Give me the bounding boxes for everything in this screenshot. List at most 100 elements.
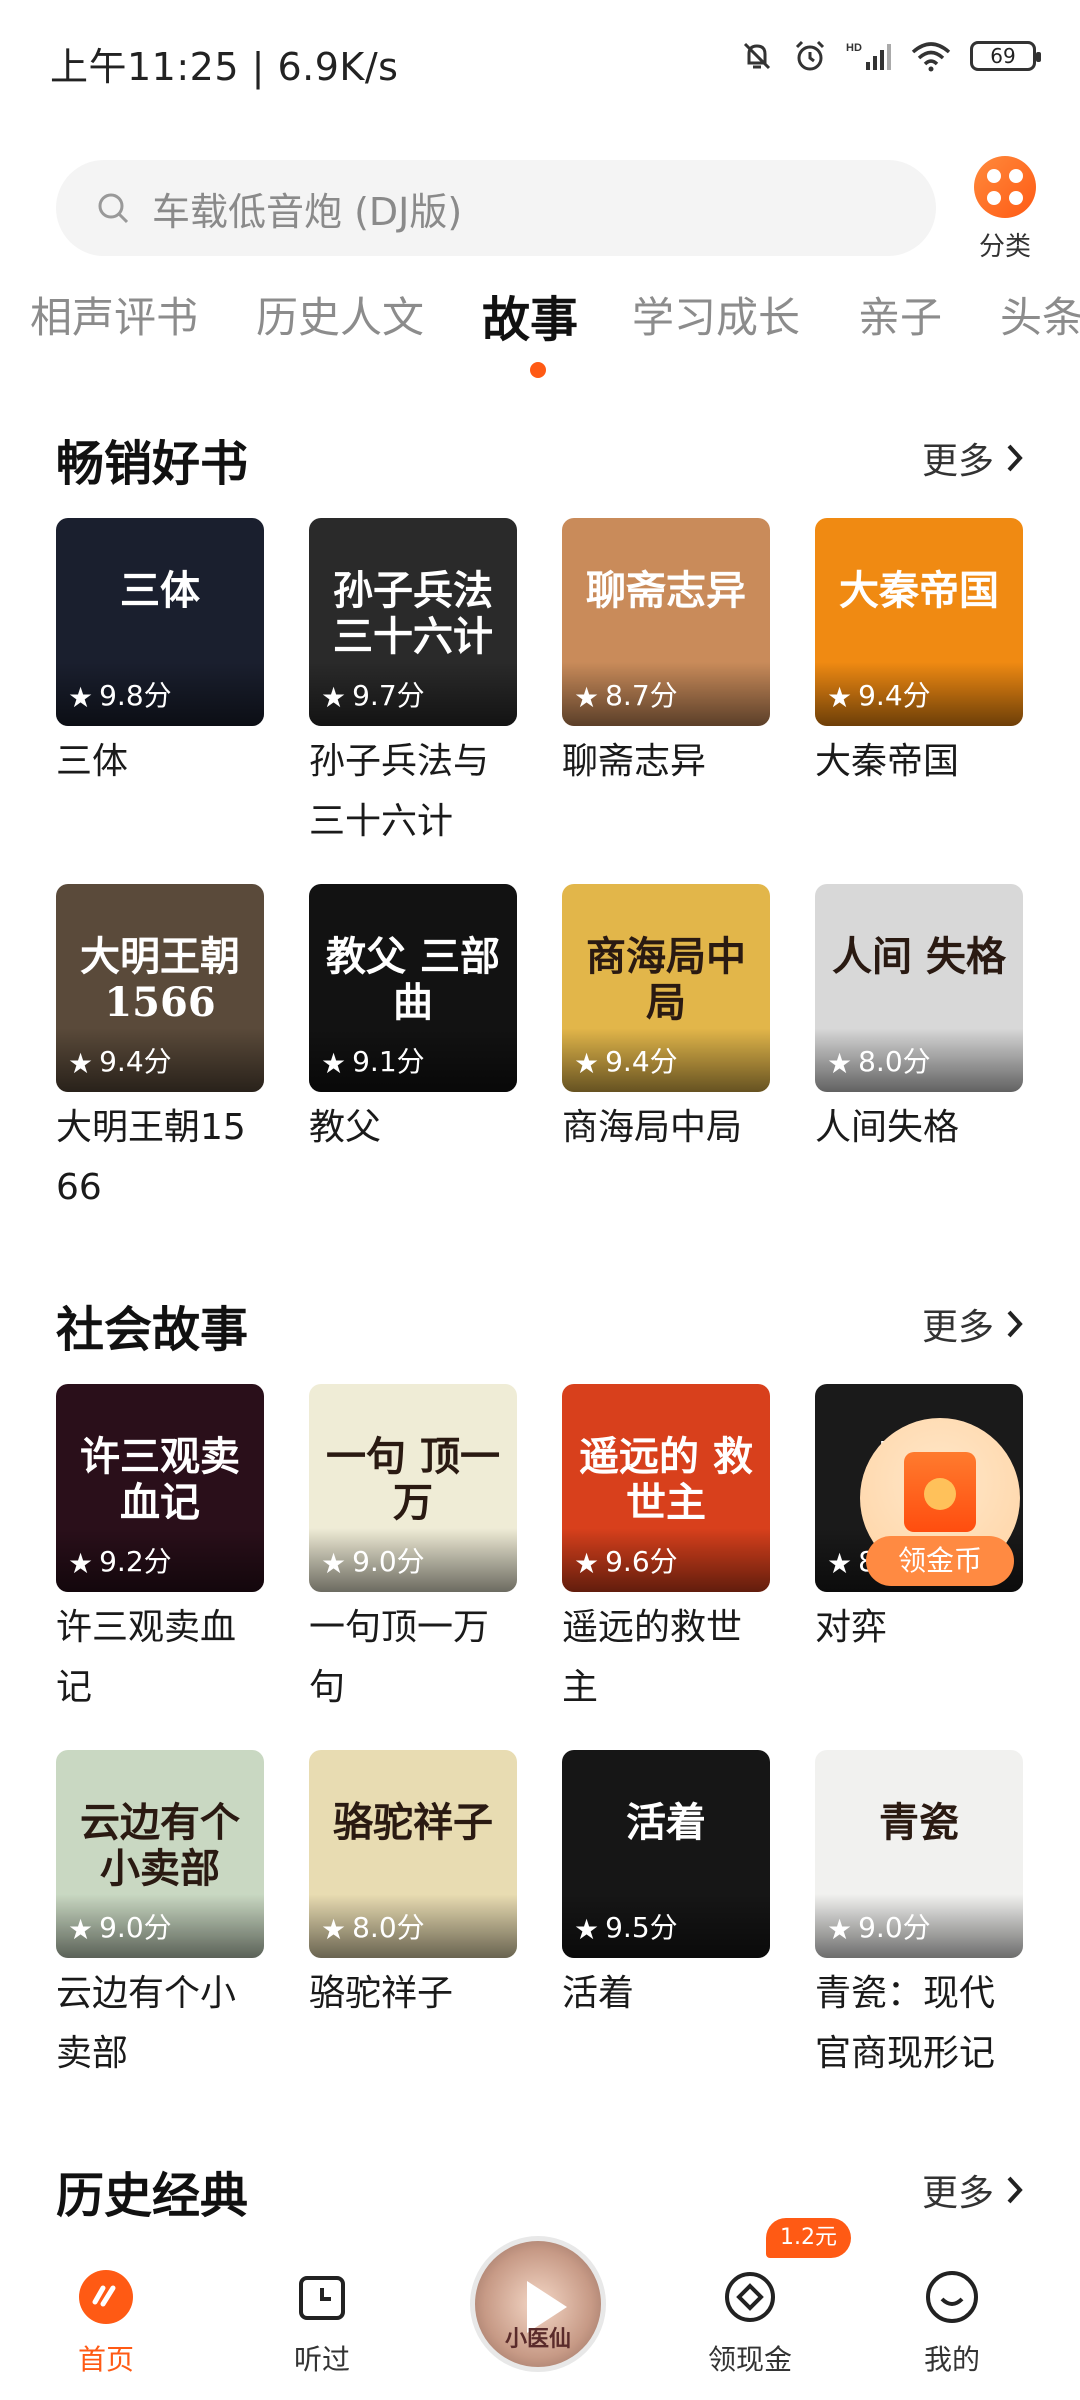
- star-icon: ★: [574, 1547, 600, 1580]
- book-card[interactable]: 大明王朝 1566 ★ 9.4分 大明王朝1566: [56, 884, 264, 1218]
- tab-crosstalk[interactable]: 相声评书: [30, 284, 198, 345]
- nav-home[interactable]: 首页: [36, 2268, 176, 2378]
- chevron-right-icon: [1007, 1310, 1023, 1338]
- section-title-bestsellers: 畅销好书: [56, 436, 249, 492]
- book-cover[interactable]: 教父 三部曲 ★ 9.1分: [309, 884, 517, 1092]
- tab-headlines[interactable]: 头条: [1000, 284, 1080, 345]
- book-card[interactable]: 人间 失格 ★ 8.0分 人间失格: [815, 884, 1023, 1158]
- category-button[interactable]: 分类: [955, 156, 1055, 263]
- book-title[interactable]: 遥远的救世主: [562, 1598, 770, 1718]
- book-card[interactable]: 云边有个 小卖部 ★ 9.0分 云边有个小卖部: [56, 1750, 264, 2084]
- red-envelope-icon: [904, 1452, 976, 1532]
- book-title[interactable]: 孙子兵法与三十六计: [309, 732, 517, 852]
- rating-value: 9.7分: [352, 679, 425, 712]
- book-title[interactable]: 许三观卖血记: [56, 1598, 264, 1718]
- book-title[interactable]: 活着: [562, 1964, 770, 2024]
- history-icon: [299, 2276, 345, 2320]
- book-title[interactable]: 教父: [309, 1098, 517, 1158]
- book-rating: ★ 9.2分: [56, 1528, 264, 1592]
- book-title[interactable]: 大明王朝1566: [56, 1098, 264, 1218]
- book-rating: ★ 9.1分: [309, 1028, 517, 1092]
- book-rating: ★ 9.6分: [562, 1528, 770, 1592]
- book-title[interactable]: 聊斋志异: [562, 732, 770, 792]
- book-title[interactable]: 大秦帝国: [815, 732, 1023, 792]
- book-cover[interactable]: 大明王朝 1566 ★ 9.4分: [56, 884, 264, 1092]
- book-cover-title: 大明王朝 1566: [80, 933, 240, 1026]
- search-placeholder: 车载低音炮 (DJ版): [152, 189, 463, 234]
- tab-learning[interactable]: 学习成长: [632, 284, 800, 345]
- book-cover[interactable]: 孙子兵法 三十六计 ★ 9.7分: [309, 518, 517, 726]
- category-label: 分类: [978, 232, 1031, 262]
- nav-cash[interactable]: 领现金: [680, 2268, 820, 2378]
- book-card[interactable]: 三体 ★ 9.8分 三体: [56, 518, 264, 792]
- book-cover[interactable]: 青瓷 ★ 9.0分: [815, 1750, 1023, 1958]
- book-title[interactable]: 一句顶一万句: [309, 1598, 517, 1718]
- now-playing-cover-text: 小医仙: [504, 2327, 571, 2352]
- book-rating: ★ 8.7分: [562, 662, 770, 726]
- book-title[interactable]: 商海局中局: [562, 1098, 770, 1158]
- book-rating: ★ 9.5分: [562, 1894, 770, 1958]
- book-cover[interactable]: 三体 ★ 9.8分: [56, 518, 264, 726]
- star-icon: ★: [321, 1547, 347, 1580]
- book-rating: ★ 8.0分: [309, 1894, 517, 1958]
- book-card[interactable]: 孙子兵法 三十六计 ★ 9.7分 孙子兵法与三十六计: [309, 518, 517, 852]
- book-cover[interactable]: 人间 失格 ★ 8.0分: [815, 884, 1023, 1092]
- star-icon: ★: [827, 1047, 853, 1080]
- book-card[interactable]: 商海局中局 ★ 9.4分 商海局中局: [562, 884, 770, 1158]
- book-title[interactable]: 人间失格: [815, 1098, 1023, 1158]
- nav-history[interactable]: 听过: [252, 2268, 392, 2378]
- star-icon: ★: [574, 681, 600, 714]
- nav-cash-label: 领现金: [707, 2343, 792, 2376]
- book-card[interactable]: 大秦帝国 ★ 9.4分 大秦帝国: [815, 518, 1023, 792]
- rating-value: 9.4分: [99, 1045, 172, 1078]
- book-rating: ★ 9.0分: [309, 1528, 517, 1592]
- book-cover-title: 遥远的 救世主: [579, 1433, 753, 1526]
- book-cover-title: 许三观卖血记: [80, 1433, 240, 1526]
- book-cover-title: 商海局中局: [586, 933, 746, 1026]
- now-playing-button[interactable]: 小医仙: [470, 2236, 606, 2372]
- book-cover[interactable]: 聊斋志异 ★ 8.7分: [562, 518, 770, 726]
- book-rating: ★ 9.0分: [815, 1894, 1023, 1958]
- gold-coin-float-button[interactable]: 领金币: [860, 1418, 1020, 1590]
- book-card[interactable]: 青瓷 ★ 9.0分 青瓷：现代官商现形记: [815, 1750, 1023, 2084]
- book-card[interactable]: 骆驼祥子 ★ 8.0分 骆驼祥子: [309, 1750, 517, 2024]
- rating-value: 9.2分: [99, 1545, 172, 1578]
- star-icon: ★: [574, 1913, 600, 1946]
- section-title-history-classics: 历史经典: [56, 2168, 249, 2224]
- book-rating: ★ 9.0分: [56, 1894, 264, 1958]
- book-title[interactable]: 青瓷：现代官商现形记: [815, 1964, 1023, 2084]
- book-card[interactable]: 聊斋志异 ★ 8.7分 聊斋志异: [562, 518, 770, 792]
- book-cover[interactable]: 云边有个 小卖部 ★ 9.0分: [56, 1750, 264, 1958]
- book-cover-title: 大秦帝国: [839, 567, 999, 614]
- tab-stories[interactable]: 故事: [482, 284, 578, 350]
- tab-history-culture[interactable]: 历史人文: [256, 284, 424, 345]
- book-cover[interactable]: 许三观卖血记 ★ 9.2分: [56, 1384, 264, 1592]
- wifi-icon: [911, 42, 951, 72]
- tab-parenting[interactable]: 亲子: [858, 284, 942, 345]
- book-cover[interactable]: 大秦帝国 ★ 9.4分: [815, 518, 1023, 726]
- more-button-social-stories[interactable]: 更多: [922, 1298, 1026, 1350]
- category-icon: [974, 156, 1036, 218]
- search-bar[interactable]: 车载低音炮 (DJ版): [56, 160, 936, 256]
- book-card[interactable]: 活着 ★ 9.5分 活着: [562, 1750, 770, 2024]
- more-button-history-classics[interactable]: 更多: [922, 2164, 1026, 2216]
- book-cover[interactable]: 骆驼祥子 ★ 8.0分: [309, 1750, 517, 1958]
- book-card[interactable]: 遥远的 救世主 ★ 9.6分 遥远的救世主: [562, 1384, 770, 1718]
- book-card[interactable]: 许三观卖血记 ★ 9.2分 许三观卖血记: [56, 1384, 264, 1718]
- book-cover[interactable]: 商海局中局 ★ 9.4分: [562, 884, 770, 1092]
- rating-value: 9.4分: [858, 679, 931, 712]
- book-card[interactable]: 教父 三部曲 ★ 9.1分 教父: [309, 884, 517, 1158]
- more-button-bestsellers[interactable]: 更多: [922, 432, 1026, 484]
- book-cover[interactable]: 遥远的 救世主 ★ 9.6分: [562, 1384, 770, 1592]
- book-card[interactable]: 一句 顶一万 ★ 9.0分 一句顶一万句: [309, 1384, 517, 1718]
- book-cover[interactable]: 一句 顶一万 ★ 9.0分: [309, 1384, 517, 1592]
- rating-value: 8.0分: [352, 1911, 425, 1944]
- book-title[interactable]: 骆驼祥子: [309, 1964, 517, 2024]
- nav-mine[interactable]: 我的: [882, 2268, 1022, 2378]
- home-icon: [79, 2270, 133, 2324]
- book-title[interactable]: 对弈: [815, 1598, 1023, 1658]
- star-icon: ★: [827, 1547, 853, 1580]
- book-cover[interactable]: 活着 ★ 9.5分: [562, 1750, 770, 1958]
- book-title[interactable]: 云边有个小卖部: [56, 1964, 264, 2084]
- book-title[interactable]: 三体: [56, 732, 264, 792]
